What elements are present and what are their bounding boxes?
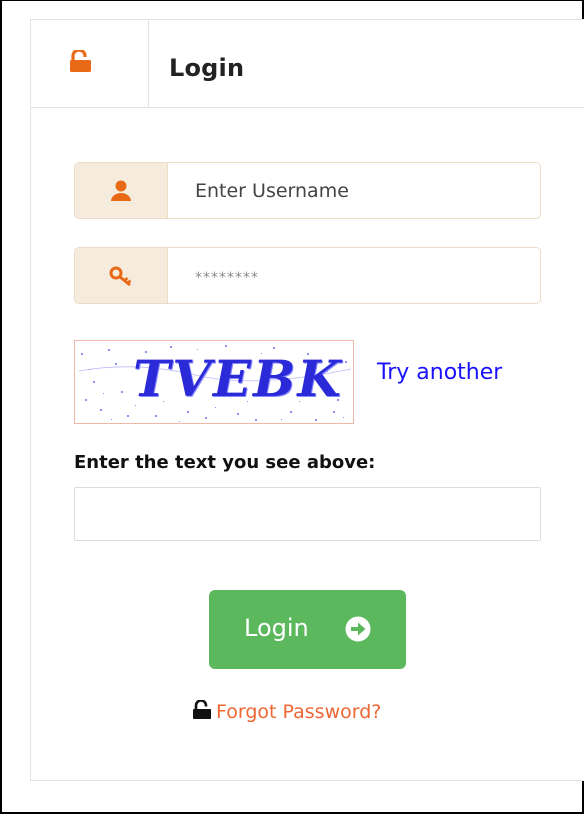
login-panel: Login Enter Username TVEBK Try another E…	[30, 19, 584, 781]
page-frame: Login Enter Username TVEBK Try another E…	[0, 0, 584, 814]
username-addon	[75, 163, 168, 218]
password-input-group	[74, 247, 541, 304]
user-icon	[111, 180, 131, 201]
arrow-circle-right-icon	[345, 616, 371, 642]
unlock-icon	[70, 50, 91, 72]
username-input-group	[74, 162, 541, 219]
password-input[interactable]	[168, 248, 540, 303]
forgot-password-link[interactable]: Forgot Password?	[216, 701, 381, 723]
captcha-text: TVEBK	[133, 349, 343, 408]
key-icon	[109, 266, 132, 287]
username-input[interactable]	[168, 163, 540, 218]
page-title: Login	[169, 54, 245, 82]
header-icon-cell	[31, 20, 149, 107]
captcha-instruction: Enter the text you see above:	[74, 452, 376, 473]
login-button[interactable]: Login	[209, 590, 406, 669]
panel-header: Login	[31, 20, 584, 108]
unlock-icon	[193, 700, 211, 719]
try-another-link[interactable]: Try another	[377, 360, 502, 385]
password-addon	[75, 248, 168, 303]
captcha-image: TVEBK	[74, 340, 354, 424]
captcha-input[interactable]	[74, 487, 541, 541]
login-button-label: Login	[244, 614, 309, 642]
